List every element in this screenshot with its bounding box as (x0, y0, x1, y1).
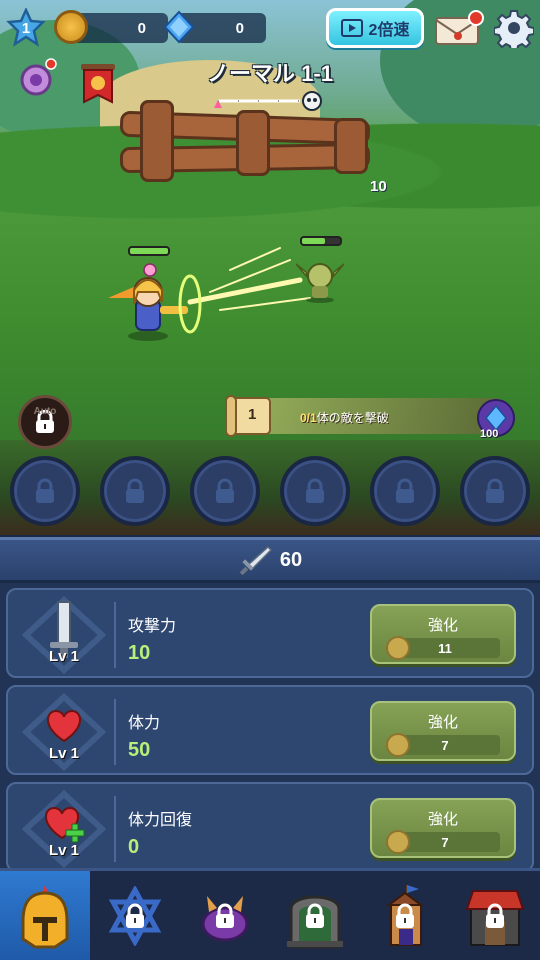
player-level-text: 1 (21, 19, 31, 37)
upgrade-value: 50 (128, 739, 151, 761)
helmet-icon (21, 884, 69, 948)
lock-icon (306, 903, 324, 928)
quest-number: 1 (248, 406, 257, 423)
quest-progress: 0/1 (300, 411, 317, 425)
video-icon (340, 19, 363, 37)
combat-power-value: 60 (279, 548, 303, 571)
lock-icon (36, 478, 54, 503)
upgrade-name: 攻撃力 (128, 618, 177, 635)
goblin-enemy (295, 254, 345, 304)
auto-button[interactable]: Auto (18, 395, 72, 449)
lock-icon (306, 478, 324, 503)
skill-slot-6[interactable] (460, 456, 530, 526)
stage-title: ノーマル 1-1 (207, 61, 333, 86)
stage-progress (214, 90, 326, 112)
upgrade-attack-button[interactable]: 強化 11 (370, 604, 516, 664)
damage-number: 10 (370, 178, 387, 195)
upgrade-cost: 11 (386, 636, 500, 660)
combat-power-header: 60 (0, 537, 540, 583)
nav-tab-hero[interactable] (0, 871, 90, 960)
bottom-nav (0, 868, 540, 960)
upgrade-level: Lv 1 (48, 842, 79, 859)
top-hud: 1 0 0 2倍速 (6, 8, 535, 52)
gold-amount: 0 (137, 19, 146, 37)
lock-icon (126, 903, 144, 928)
upgrade-hp-regen-button[interactable]: 強化 7 (370, 798, 516, 858)
hero-hp-bar (128, 246, 170, 256)
upgrade-cost: 7 (386, 733, 500, 757)
sword-icon (239, 545, 272, 575)
coin-icon (386, 636, 410, 660)
mail-icon (435, 10, 484, 45)
notification-dot (468, 10, 484, 26)
gear-icon (493, 10, 535, 52)
upgrade-card-hp: Lv 1 体力 50 強化 7 (6, 685, 534, 775)
nav-tab-skills[interactable] (90, 871, 180, 960)
lock-icon (486, 478, 504, 503)
upgrade-card-attack: Lv 1 攻撃力 10 強化 11 (6, 588, 534, 678)
fence-post (236, 110, 270, 176)
skill-slot-3[interactable] (190, 456, 260, 526)
lock-icon (396, 903, 414, 928)
upgrade-cost: 7 (386, 830, 500, 854)
nav-tab-shop[interactable] (450, 871, 540, 960)
upgrade-name: 体力回復 (128, 812, 193, 829)
upgrade-card-hp-regen: Lv 1 体力回復 0 強化 7 (6, 782, 534, 872)
gem-icon (162, 10, 196, 44)
upgrade-value: 0 (128, 836, 140, 858)
skull-icon (302, 91, 322, 111)
quest-text: 体の敵を撃破 (316, 411, 389, 425)
enemy-hp-bar (300, 236, 342, 246)
lock-icon (216, 478, 234, 503)
upgrade-button-label: 強化 (427, 617, 458, 634)
lock-icon (396, 478, 414, 503)
fence-post (140, 100, 174, 182)
skill-slot-2[interactable] (100, 456, 170, 526)
player-level-badge[interactable]: 1 (6, 8, 46, 48)
speed-2x-button[interactable]: 2倍速 (326, 8, 424, 48)
auto-label: Auto (33, 406, 57, 417)
fence-post (334, 118, 368, 174)
coin-icon (386, 830, 410, 854)
gold-counter: 0 (54, 10, 168, 44)
battle-scene: 1 0 0 2倍速 ノーマル 1-1 10 Auto 1 0/1体の敵を撃破 1… (0, 0, 540, 535)
lock-icon (126, 478, 144, 503)
nav-tab-pets[interactable] (180, 871, 270, 960)
gem-amount: 0 (235, 19, 244, 37)
nav-tab-tower[interactable] (360, 871, 450, 960)
upgrade-panel: Lv 1 攻撃力 10 強化 11 Lv 1 体力 50 強化 7 Lv 1 体… (0, 583, 540, 872)
settings-button[interactable] (493, 8, 535, 52)
lock-icon (486, 903, 504, 928)
upgrade-value: 10 (128, 642, 151, 664)
coin-icon (386, 733, 410, 757)
lock-icon (216, 903, 234, 928)
quest-bar[interactable]: 1 0/1体の敵を撃破 100 (224, 392, 520, 440)
quest-description: 0/1体の敵を撃破 (300, 409, 389, 426)
skill-slots (10, 456, 530, 526)
mail-button[interactable] (434, 10, 484, 46)
upgrade-name: 体力 (128, 715, 161, 732)
speed-button-label: 2倍速 (368, 22, 410, 39)
upgrade-level: Lv 1 (48, 648, 79, 665)
gold-coin-icon (54, 10, 88, 44)
skill-slot-4[interactable] (280, 456, 350, 526)
gem-counter: 0 (163, 10, 266, 44)
upgrade-button-label: 強化 (427, 811, 458, 828)
scroll-icon: 1 (224, 392, 276, 440)
quest-reward-amount: 100 (480, 428, 499, 440)
upgrade-level: Lv 1 (48, 745, 79, 762)
nav-tab-dungeon[interactable] (270, 871, 360, 960)
skill-slot-1[interactable] (10, 456, 80, 526)
upgrade-hp-button[interactable]: 強化 7 (370, 701, 516, 761)
skill-slot-5[interactable] (370, 456, 440, 526)
upgrade-button-label: 強化 (427, 714, 458, 731)
